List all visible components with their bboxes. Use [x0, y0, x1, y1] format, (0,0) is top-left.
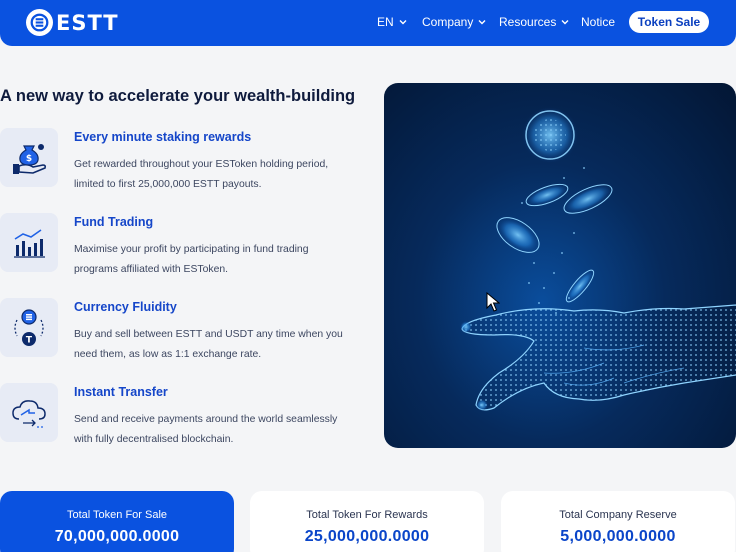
stat-card-company-reserve: Total Company Reserve 5,000,000.0000	[501, 491, 735, 552]
coin-icon	[522, 107, 578, 163]
stat-label: Total Token For Rewards	[306, 509, 428, 521]
mouse-cursor-icon	[486, 292, 500, 312]
feature-title: Fund Trading	[74, 215, 154, 229]
chevron-down-icon	[399, 20, 407, 25]
feature-description: Get rewarded throughout your ESToken hol…	[74, 159, 329, 190]
coin-icon	[496, 217, 540, 253]
page-headline: A new way to accelerate your wealth-buil…	[0, 87, 356, 105]
digital-hand-icon	[460, 304, 736, 411]
chevron-down-icon	[561, 20, 569, 25]
money-bag-hand-icon: $	[0, 128, 58, 187]
currency-exchange-icon: T	[0, 298, 58, 357]
stat-value: 70,000,000.0000	[54, 528, 180, 545]
logo-icon	[26, 9, 53, 36]
stat-card-token-sale: Total Token For Sale 70,000,000.0000	[0, 491, 234, 552]
stat-card-token-rewards: Total Token For Rewards 25,000,000.0000	[250, 491, 484, 552]
bar-chart-icon	[0, 213, 58, 272]
svg-text:T: T	[26, 335, 33, 345]
logo-text: ESTT	[56, 10, 119, 35]
feature-description: Buy and sell between ESTT and USDT any t…	[74, 329, 343, 360]
feature-description: Send and receive payments around the wor…	[74, 414, 338, 445]
coin-icon	[563, 184, 613, 214]
top-navbar: ESTT EN Company Resources Notice Token S…	[0, 0, 736, 46]
feature-title: Currency Fluidity	[74, 300, 177, 314]
feature-description: Maximise your profit by participating in…	[74, 244, 309, 275]
chevron-down-icon	[478, 20, 486, 25]
feature-title: Instant Transfer	[74, 385, 168, 399]
nav-notice[interactable]: Notice	[581, 15, 615, 29]
hero-illustration	[384, 83, 736, 448]
estt-logo[interactable]: ESTT	[26, 9, 119, 36]
nav-resources-label: Resources	[499, 15, 557, 29]
nav-language-label: EN	[377, 15, 394, 29]
stat-value: 25,000,000.0000	[304, 528, 430, 545]
stat-value: 5,000,000.0000	[560, 528, 676, 545]
coin-icon	[565, 269, 595, 303]
nav-notice-label: Notice	[581, 15, 616, 29]
stat-label: Total Company Reserve	[559, 509, 677, 521]
token-sale-button[interactable]: Token Sale	[629, 11, 709, 33]
svg-text:$: $	[26, 154, 32, 164]
stat-label: Total Token For Sale	[66, 509, 168, 521]
coin-icon	[525, 183, 569, 207]
nav-company[interactable]: Company	[422, 15, 487, 29]
nav-company-label: Company	[422, 15, 474, 29]
feature-title: Every minute staking rewards	[74, 130, 252, 144]
nav-language[interactable]: EN	[377, 15, 408, 29]
cloud-transfer-icon	[0, 383, 58, 442]
nav-resources[interactable]: Resources	[499, 15, 570, 29]
